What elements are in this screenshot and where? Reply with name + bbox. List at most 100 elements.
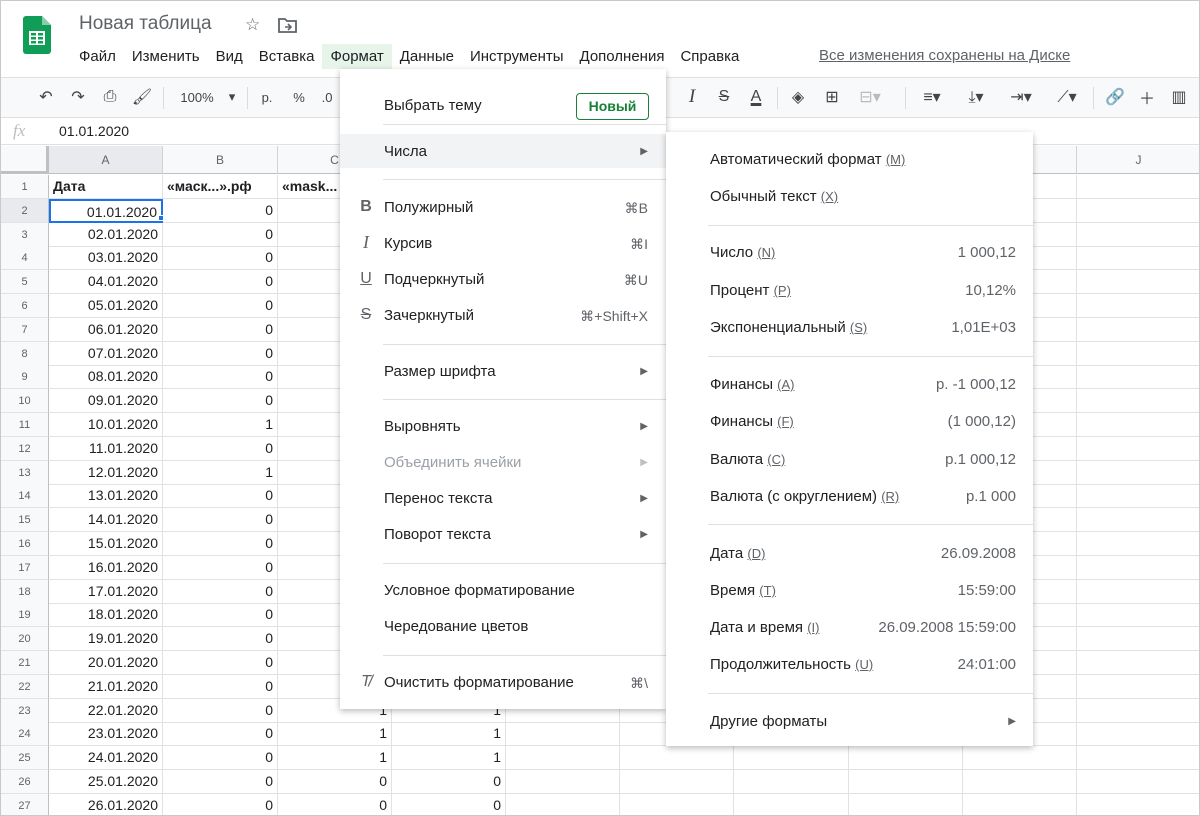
cell[interactable]: 0 [163,651,278,675]
number-format-item[interactable]: Другие форматы ▶ [666,704,1033,738]
cell[interactable] [849,793,963,815]
star-icon[interactable]: ☆ [245,15,260,35]
cell[interactable] [506,722,620,747]
undo-icon[interactable]: ↶ [35,84,57,110]
cell[interactable] [1077,223,1199,247]
menu-item-text-rotation[interactable]: Поворот текста ▶ [340,517,666,551]
cell[interactable] [1077,318,1199,342]
cell[interactable]: 13.01.2020 [49,484,163,509]
document-title[interactable]: Новая таблица [79,13,212,35]
cell[interactable]: 0 [163,389,278,414]
number-format-item[interactable]: Процент (P) 10,12% [666,273,1033,307]
number-format-item[interactable]: Финансы (A) р. -1 000,12 [666,367,1033,401]
strikethrough-icon[interactable]: S [713,84,735,110]
cell[interactable] [1077,246,1199,271]
menu-help[interactable]: Справка [672,44,747,69]
cell[interactable]: 0 [163,627,278,652]
number-format-item[interactable]: Экспоненциальный (S) 1,01E+03 [666,310,1033,344]
menu-item-strikethrough[interactable]: S Зачеркнутый ⌘+Shift+X [340,298,666,332]
menu-edit[interactable]: Изменить [124,44,208,69]
row-number[interactable]: 4 [1,246,49,271]
cell[interactable] [1077,342,1199,366]
menu-item-align[interactable]: Выровнять ▶ [340,409,666,443]
cell[interactable]: 25.01.2020 [49,770,163,794]
number-format-item[interactable]: Продолжительность (U) 24:01:00 [666,647,1033,681]
cell[interactable]: 0 [163,484,278,509]
cell[interactable] [1077,770,1199,794]
cell[interactable]: 0 [163,317,278,342]
row-number[interactable]: 2 [1,198,49,223]
cell[interactable]: 0 [163,793,278,815]
menu-view[interactable]: Вид [208,44,251,69]
move-to-folder-icon[interactable] [278,17,297,33]
row-number[interactable]: 16 [1,532,49,556]
cell[interactable]: 0 [163,579,278,604]
cell[interactable] [963,770,1077,794]
cell[interactable]: 24.01.2020 [49,746,163,771]
cell[interactable]: 0 [163,222,278,247]
row-number[interactable]: 12 [1,436,49,461]
cell[interactable]: 02.01.2020 [49,222,163,247]
menu-item-text-wrap[interactable]: Перенос текста ▶ [340,481,666,515]
cell[interactable]: 03.01.2020 [49,246,163,271]
zoom-select[interactable]: 100% [173,84,221,110]
menu-item-clear-formatting[interactable]: T̸ Очистить форматирование ⌘\ [340,665,666,699]
cell[interactable] [506,793,620,815]
row-number[interactable]: 27 [1,793,49,815]
cell[interactable] [849,770,963,794]
row-number[interactable]: 8 [1,341,49,366]
cell[interactable]: 1 [278,746,392,771]
cell[interactable]: 11.01.2020 [49,436,163,461]
menu-item-bold[interactable]: B Полужирный ⌘B [340,190,666,224]
sheets-logo-icon[interactable] [23,16,51,54]
number-format-item[interactable]: Дата и время (I) 26.09.2008 15:59:00 [666,610,1033,644]
cell[interactable]: 05.01.2020 [49,294,163,318]
cell[interactable]: 1 [392,722,506,747]
cell[interactable]: 0 [163,674,278,699]
cell[interactable]: 21.01.2020 [49,674,163,699]
cell[interactable]: 0 [163,294,278,318]
cell[interactable] [963,793,1077,815]
row-number[interactable]: 3 [1,222,49,247]
cell[interactable]: 0 [163,341,278,366]
cell[interactable] [1077,627,1199,652]
cell[interactable] [734,770,849,794]
row-number[interactable]: 19 [1,603,49,628]
menu-item-conditional-formatting[interactable]: Условное форматирование [340,573,666,607]
cell[interactable] [963,746,1077,771]
menu-tools[interactable]: Инструменты [462,44,572,69]
cell[interactable]: 17.01.2020 [49,579,163,604]
column-header-j[interactable]: J [1077,146,1199,174]
cell[interactable] [1077,484,1199,509]
cell[interactable]: 0 [278,770,392,794]
cell[interactable]: 01.01.2020 [49,198,163,223]
cell[interactable]: 0 [163,198,278,223]
cell[interactable] [1077,413,1199,437]
cell[interactable]: 09.01.2020 [49,389,163,414]
menu-item-font-size[interactable]: Размер шрифта ▶ [340,354,666,388]
row-number[interactable]: 25 [1,746,49,771]
cell[interactable] [620,793,734,815]
cell[interactable] [1077,556,1199,580]
menu-addons[interactable]: Дополнения [572,44,673,69]
text-rotation-icon[interactable]: ⟋▾ [1047,84,1087,110]
row-number[interactable]: 22 [1,674,49,699]
column-header-a[interactable]: A [49,146,163,174]
cell[interactable] [1077,461,1199,485]
number-format-item[interactable]: Число (N) 1 000,12 [666,235,1033,269]
percent-format-button[interactable]: % [287,84,311,110]
cell[interactable]: 04.01.2020 [49,270,163,295]
row-number[interactable]: 15 [1,508,49,533]
number-format-item[interactable]: Валюта (с округлением) (R) р.1 000 [666,479,1033,513]
row-number[interactable]: 6 [1,294,49,318]
cell[interactable] [1077,699,1199,723]
merge-cells-icon[interactable]: ⊟▾ [855,84,885,110]
cell[interactable]: 16.01.2020 [49,555,163,580]
row-number[interactable]: 18 [1,579,49,604]
cell[interactable]: 0 [392,793,506,815]
cell[interactable]: 22.01.2020 [49,698,163,723]
cell[interactable]: 0 [163,436,278,461]
number-format-item[interactable]: Валюта (C) р.1 000,12 [666,442,1033,476]
cell[interactable] [1077,365,1199,390]
cell[interactable] [1077,746,1199,771]
